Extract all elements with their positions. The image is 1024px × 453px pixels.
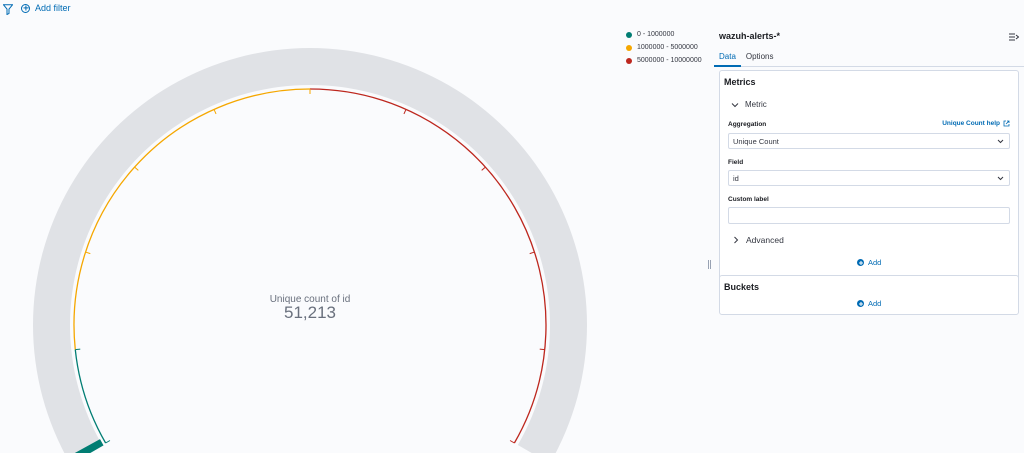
external-link-icon <box>1003 120 1010 127</box>
tab-options[interactable]: Options <box>741 50 779 65</box>
panel-resize-handle[interactable] <box>708 260 711 269</box>
gauge-tick <box>509 440 515 444</box>
gauge-tick <box>529 251 535 255</box>
custom-label-input[interactable] <box>728 207 1010 224</box>
metrics-panel: Metrics Metric Aggregation Unique Count … <box>719 70 1019 292</box>
metric-accordion-label: Metric <box>745 100 767 109</box>
tab-data[interactable]: Data <box>714 50 741 67</box>
legend-label: 0 - 1000000 <box>637 31 675 38</box>
legend-color-dot <box>626 57 632 64</box>
add-metric-button[interactable]: Add <box>857 258 881 267</box>
gauge-legend: 0 - 1000000 1000000 - 5000000 5000000 - … <box>626 28 702 67</box>
gauge-tick <box>539 348 545 351</box>
editor-sidebar: wazuh-alerts-* Data Options Metrics Metr… <box>714 24 1024 453</box>
gauge-tick <box>213 109 217 115</box>
legend-color-dot <box>626 44 632 51</box>
aggregation-help-link[interactable]: Unique Count help <box>942 120 1010 127</box>
chevron-right-icon <box>734 236 739 244</box>
aggregation-value: Unique Count <box>733 137 779 146</box>
buckets-title: Buckets <box>724 282 760 292</box>
legend-item[interactable]: 0 - 1000000 <box>626 28 702 41</box>
gauge-tick <box>105 440 111 444</box>
collapse-panel-icon[interactable] <box>1009 33 1019 41</box>
chevron-down-icon <box>731 102 739 107</box>
advanced-label: Advanced <box>746 235 784 245</box>
legend-label: 1000000 - 5000000 <box>637 44 698 51</box>
gauge-background-band <box>33 47 587 453</box>
add-bucket-label: Add <box>868 299 882 308</box>
gauge-tick <box>85 251 91 255</box>
gauge-tick <box>403 109 407 115</box>
buckets-panel: Buckets Add <box>719 275 1019 315</box>
legend-item[interactable]: 1000000 - 5000000 <box>626 41 702 54</box>
chevron-down-icon <box>997 139 1004 144</box>
gauge-chart <box>33 47 587 453</box>
advanced-toggle[interactable]: Advanced <box>732 235 784 245</box>
add-bucket-button[interactable]: Add <box>857 299 881 308</box>
gauge-metric-value: 51,213 <box>284 303 336 322</box>
gauge-tick <box>134 166 139 171</box>
plus-circle-icon <box>857 300 864 307</box>
plus-circle-icon <box>857 259 864 266</box>
field-select[interactable]: id <box>728 170 1010 186</box>
legend-item[interactable]: 5000000 - 10000000 <box>626 54 702 67</box>
metric-accordion-toggle[interactable]: Metric <box>731 100 767 109</box>
aggregation-help-text: Unique Count help <box>942 120 1000 127</box>
add-metric-label: Add <box>868 258 882 267</box>
chevron-down-icon <box>997 176 1004 181</box>
custom-label-label: Custom label <box>728 196 769 203</box>
editor-tabs: Data Options <box>714 50 1024 67</box>
index-pattern-title: wazuh-alerts-* <box>719 31 781 41</box>
aggregation-label: Aggregation <box>728 121 767 128</box>
legend-label: 5000000 - 10000000 <box>637 57 702 64</box>
aggregation-select[interactable]: Unique Count <box>728 133 1010 149</box>
gauge-tick <box>75 348 81 351</box>
gauge-tick <box>481 166 486 171</box>
legend-color-dot <box>626 31 632 38</box>
field-label: Field <box>728 159 744 166</box>
field-value: id <box>733 174 739 183</box>
metrics-title: Metrics <box>724 77 756 87</box>
